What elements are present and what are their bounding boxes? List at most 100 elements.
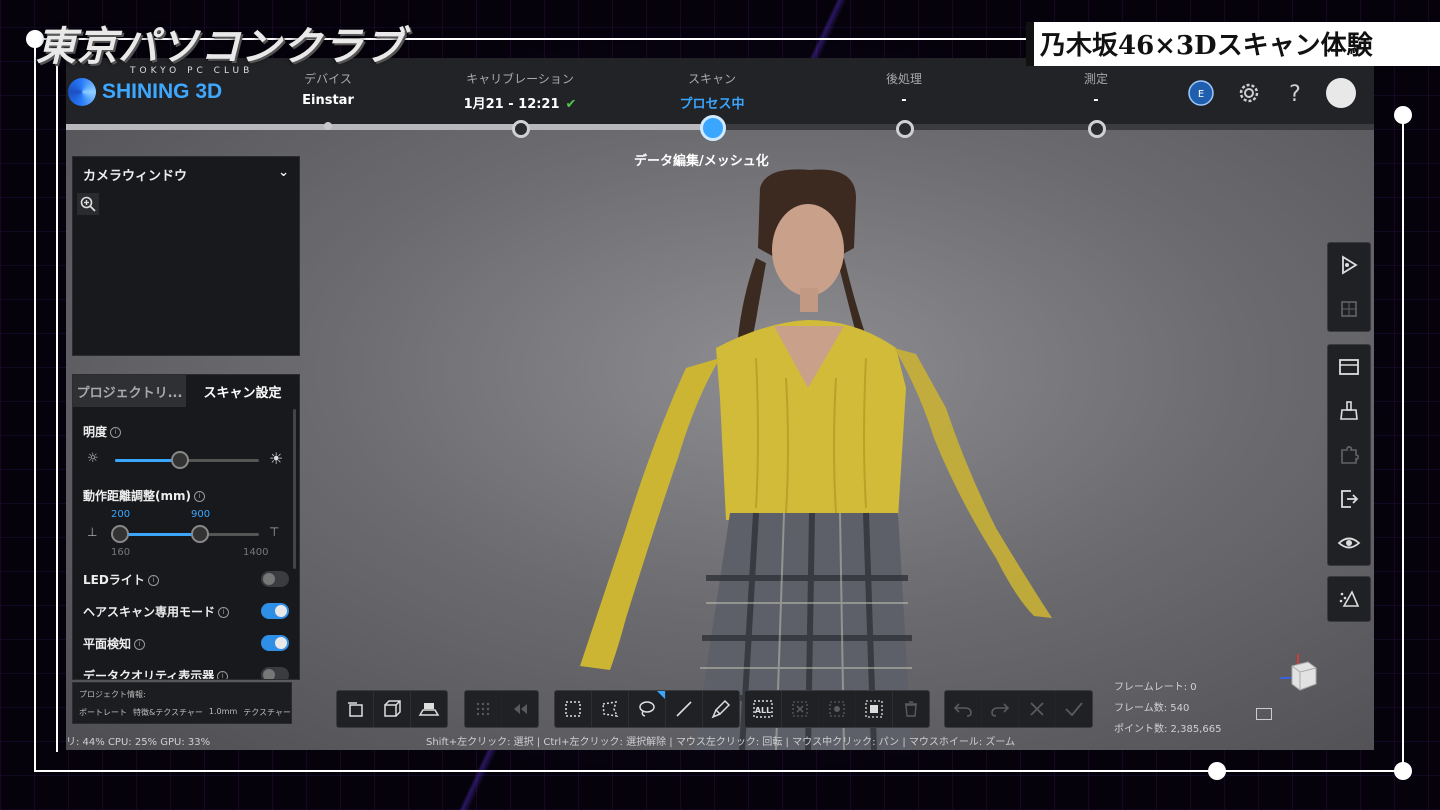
line-select-icon[interactable] bbox=[666, 691, 703, 727]
polygon-select-icon[interactable] bbox=[592, 691, 629, 727]
einstar-logo-icon[interactable]: E bbox=[1186, 78, 1216, 108]
fit-view-icon[interactable] bbox=[1256, 708, 1272, 720]
rewind-icon[interactable] bbox=[502, 691, 538, 727]
frame-left-line bbox=[34, 38, 36, 772]
info-icon[interactable]: i bbox=[147, 575, 159, 586]
step-value: - bbox=[1093, 93, 1099, 108]
led-light-toggle[interactable] bbox=[261, 571, 289, 587]
tab-project-list[interactable]: プロジェクトリ... bbox=[73, 375, 186, 407]
confirm-icon[interactable] bbox=[1056, 691, 1092, 727]
grid-icon[interactable] bbox=[1328, 287, 1370, 331]
export-icon[interactable] bbox=[1328, 477, 1370, 521]
data-quality-label: データクオリティ表示器 i bbox=[83, 667, 229, 680]
channel-logo: 東京パソコンクラブ bbox=[36, 24, 405, 70]
frame-dot bbox=[1208, 762, 1226, 780]
distance-max-label: 1400 bbox=[243, 547, 269, 558]
layer-select-icon[interactable] bbox=[337, 691, 374, 727]
step-measure[interactable]: 測定 - bbox=[1084, 70, 1108, 108]
workflow-node-measure[interactable] bbox=[1088, 120, 1106, 138]
bottom-toolbar-group-select bbox=[554, 690, 740, 728]
plane-detection-toggle[interactable] bbox=[261, 635, 289, 651]
select-all-icon[interactable]: ALL bbox=[745, 691, 782, 727]
brush-clean-icon[interactable] bbox=[1328, 389, 1370, 433]
brightness-slider-thumb[interactable] bbox=[171, 451, 189, 469]
right-toolbar-group-1 bbox=[1327, 242, 1371, 332]
project-info-items: ポートレート 特徴&テクスチャー 1.0mm テクスチャー bbox=[79, 707, 291, 718]
step-value: プロセス中 bbox=[679, 97, 745, 112]
lasso-select-icon[interactable] bbox=[629, 691, 666, 727]
step-postprocess[interactable]: 後処理 - bbox=[886, 70, 922, 108]
data-quality-text: データクオリティ表示器 bbox=[83, 669, 215, 680]
step-value: 1月21 - 12:21 ✔ bbox=[464, 93, 577, 112]
step-scan[interactable]: スキャン プロセス中 bbox=[679, 70, 744, 112]
frame-count: フレーム数: 540 bbox=[1114, 703, 1190, 714]
info-icon[interactable]: i bbox=[193, 491, 205, 502]
bottom-toolbar-group-edit: ALL bbox=[744, 690, 930, 728]
workflow-node-scan[interactable] bbox=[700, 115, 726, 141]
hair-scan-mode-text: ヘアスキャン専用モード bbox=[83, 605, 216, 619]
cursor-play-icon[interactable] bbox=[1328, 243, 1370, 287]
expand-icon[interactable] bbox=[819, 691, 856, 727]
points-mesh-icon[interactable] bbox=[1328, 577, 1370, 621]
model-braid-left bbox=[726, 258, 766, 376]
checkmark-icon: ✔ bbox=[565, 97, 577, 112]
sun-high-icon: ☀ bbox=[269, 449, 284, 468]
workflow-node-postprocess[interactable] bbox=[896, 120, 914, 138]
frame-inner-line bbox=[56, 50, 58, 752]
trash-icon[interactable] bbox=[893, 691, 929, 727]
scan-settings-panel: プロジェクトリ... スキャン設定 明度 i ☼ ☀ 動作距離調整(mm) i 20… bbox=[72, 374, 300, 680]
zoom-in-icon[interactable] bbox=[77, 193, 99, 215]
redo-icon[interactable] bbox=[982, 691, 1019, 727]
step-label: 後処理 bbox=[885, 72, 923, 86]
mouse-hint: Shift+左クリック: 選択 | Ctrl+左クリック: 選択解除 | マウス… bbox=[426, 737, 1016, 748]
cancel-icon[interactable] bbox=[1019, 691, 1056, 727]
puzzle-icon[interactable] bbox=[1328, 433, 1370, 477]
tab-scan-settings[interactable]: スキャン設定 bbox=[186, 375, 299, 407]
undo-icon[interactable] bbox=[945, 691, 982, 727]
step-calibration[interactable]: キャリブレーション 1月21 - 12:21 ✔ bbox=[464, 70, 577, 112]
settings-scrollbar[interactable] bbox=[293, 409, 296, 569]
window-icon[interactable] bbox=[1328, 345, 1370, 389]
delete-x-icon[interactable] bbox=[782, 691, 819, 727]
right-toolbar-group-3 bbox=[1327, 576, 1371, 622]
avatar[interactable] bbox=[1326, 78, 1356, 108]
step-label: キャリブレーション bbox=[466, 72, 574, 86]
camera-window-label: カメラウィンドウ bbox=[83, 169, 188, 184]
distance-slider-thumb-high[interactable] bbox=[191, 525, 209, 543]
data-quality-toggle[interactable] bbox=[261, 667, 289, 679]
info-icon[interactable]: i bbox=[110, 427, 122, 438]
scan-head-icon[interactable] bbox=[411, 691, 447, 727]
step-label: スキャン bbox=[687, 72, 737, 86]
svg-text:ALL: ALL bbox=[755, 706, 771, 715]
crop-icon[interactable] bbox=[856, 691, 893, 727]
camera-window-title[interactable]: カメラウィンドウ ⌄ bbox=[73, 157, 299, 192]
eye-icon[interactable] bbox=[1328, 521, 1370, 565]
svg-text:E: E bbox=[1198, 89, 1204, 100]
caption-text: 乃木坂46×3Dスキャン体験 bbox=[1040, 31, 1373, 61]
model-braid-right bbox=[838, 258, 886, 376]
right-toolbar-group-2 bbox=[1327, 344, 1371, 566]
brush-select-icon[interactable] bbox=[703, 691, 739, 727]
led-light-label: LEDライト i bbox=[83, 571, 159, 588]
info-icon[interactable]: i bbox=[217, 671, 229, 679]
gear-icon[interactable] bbox=[1234, 78, 1264, 108]
info-icon[interactable]: i bbox=[218, 607, 230, 618]
point-count: ポイント数: 2,385,665 bbox=[1114, 724, 1222, 735]
model-arm-right bbox=[894, 348, 1052, 618]
rect-select-icon[interactable] bbox=[555, 691, 592, 727]
shining3d-logo-icon bbox=[68, 78, 96, 106]
workflow-node-calibration[interactable] bbox=[512, 120, 530, 138]
scanner-app-window: SHINING 3D デバイス Einstar キャリブレーション 1月21 -… bbox=[66, 58, 1374, 750]
dots-icon[interactable] bbox=[465, 691, 502, 727]
brightness-label-text: 明度 bbox=[83, 425, 108, 439]
frame-right-line bbox=[1402, 114, 1404, 770]
help-icon[interactable]: ? bbox=[1280, 78, 1310, 108]
plane-detection-label: 平面検知 i bbox=[83, 635, 146, 652]
hair-scan-mode-toggle[interactable] bbox=[261, 603, 289, 619]
step-device[interactable]: デバイス Einstar bbox=[302, 70, 354, 108]
distance-slider-thumb-low[interactable] bbox=[111, 525, 129, 543]
orientation-cube[interactable] bbox=[1278, 654, 1318, 694]
chevron-down-icon[interactable]: ⌄ bbox=[278, 165, 289, 184]
info-icon[interactable]: i bbox=[134, 639, 146, 650]
box-view-icon[interactable] bbox=[374, 691, 411, 727]
